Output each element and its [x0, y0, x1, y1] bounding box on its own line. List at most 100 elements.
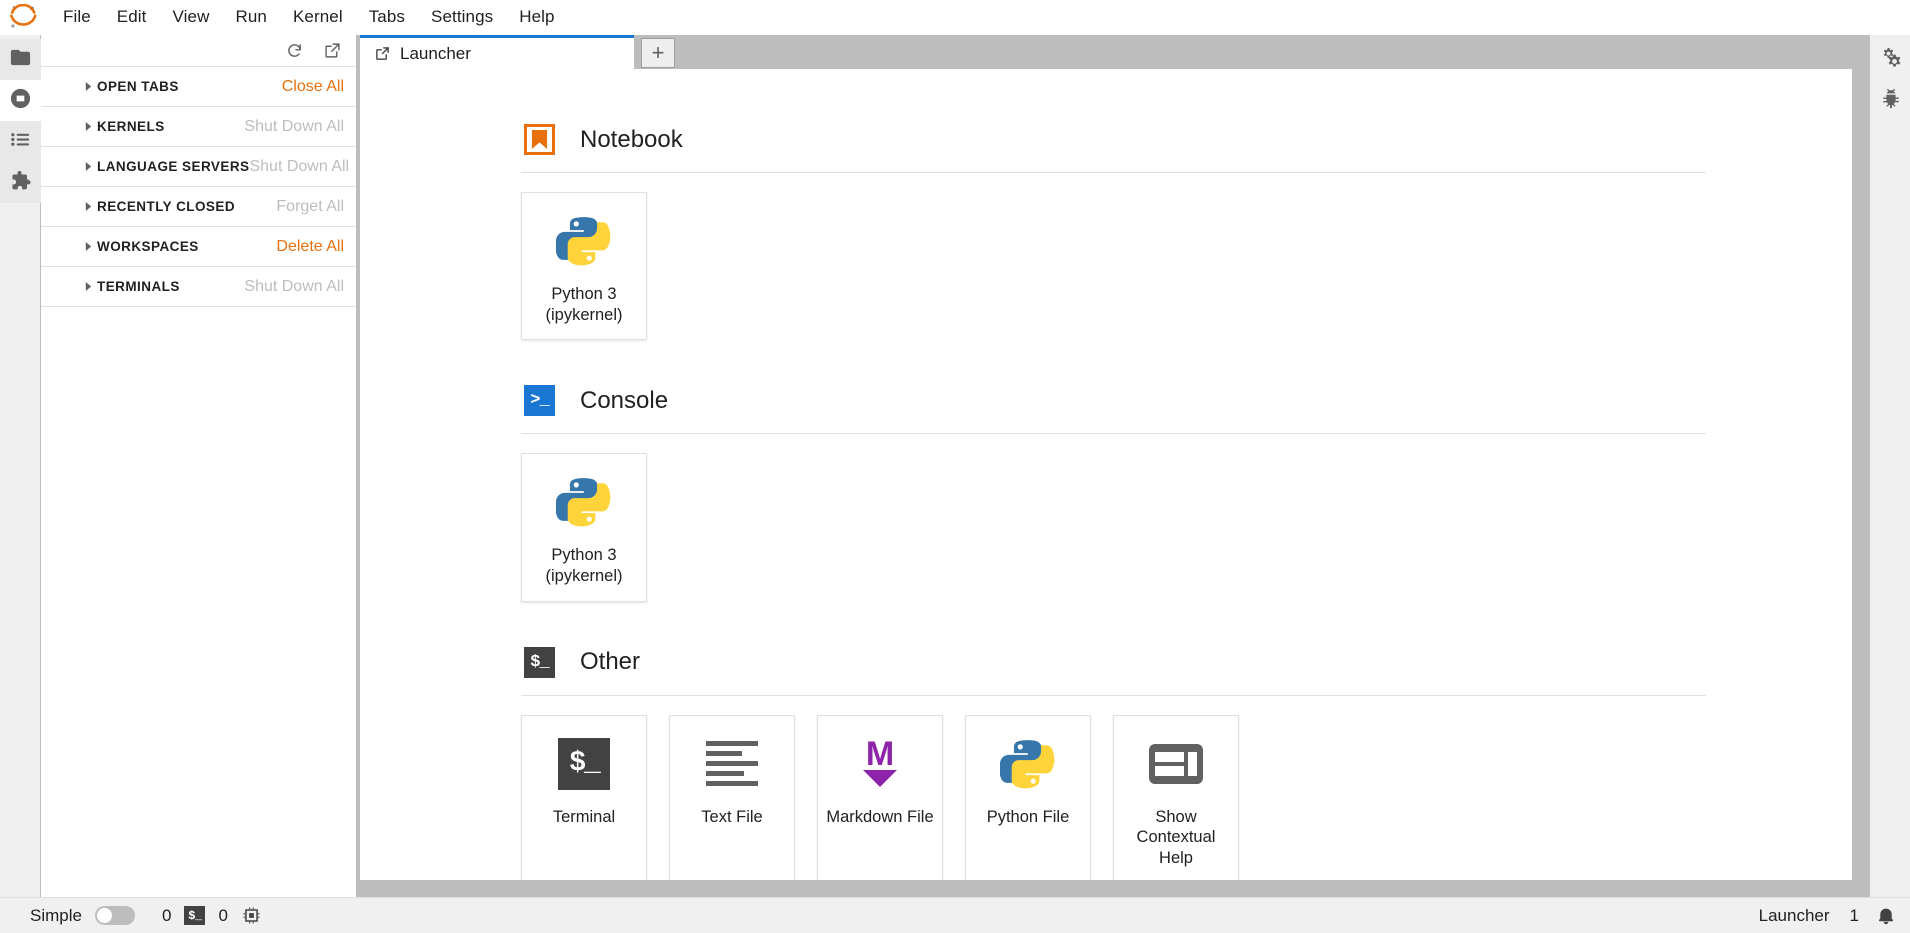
menu-help[interactable]: Help: [506, 4, 567, 30]
running-panel-sections: OPEN TABS Close All KERNELS Shut Down Al…: [41, 67, 356, 897]
card-label: Text File: [701, 807, 763, 826]
python-logo-icon: [556, 474, 612, 530]
menu-kernel[interactable]: Kernel: [280, 4, 356, 30]
card-label: Python File: [986, 807, 1070, 826]
bug-icon: [1880, 87, 1902, 114]
section-workspaces[interactable]: WORKSPACES Delete All: [41, 227, 356, 267]
active-tab-indicator[interactable]: Launcher: [1755, 904, 1834, 928]
launcher-card-console-python3[interactable]: Python 3 (ipykernel): [521, 453, 647, 602]
notification-count: 1: [1849, 905, 1859, 925]
section-title: LANGUAGE SERVERS: [97, 159, 250, 174]
terminal-count: 0: [218, 905, 228, 925]
menu-run[interactable]: Run: [222, 4, 280, 30]
stop-circle-icon: [9, 87, 32, 115]
tab-bar: Launcher +: [357, 35, 1869, 69]
active-tab-label: Launcher: [1758, 905, 1830, 925]
menu-bar: File Edit View Run Kernel Tabs Settings …: [0, 0, 1910, 35]
jupyterlab-window: File Edit View Run Kernel Tabs Settings …: [0, 0, 1910, 933]
section-action-close-all[interactable]: Close All: [282, 78, 344, 96]
section-recently-closed[interactable]: RECENTLY CLOSED Forget All: [41, 187, 356, 227]
launcher-section-console: >_ Console Python 3 (ipykernel): [521, 382, 1710, 602]
divider: [521, 172, 1706, 173]
sidebar-item-debugger[interactable]: [1870, 80, 1910, 121]
kernel-count: 0: [161, 905, 172, 925]
section-language-servers[interactable]: LANGUAGE SERVERS Shut Down All: [41, 147, 356, 187]
launcher-section-notebook: Notebook Python 3 (ipykernel): [521, 121, 1710, 341]
chip-icon[interactable]: [241, 905, 262, 926]
refresh-icon[interactable]: [282, 39, 306, 63]
launcher-card-markdown-file[interactable]: M Markdown File: [817, 714, 943, 880]
puzzle-icon: [9, 169, 32, 197]
chevron-right-icon: [83, 122, 93, 132]
section-kernels[interactable]: KERNELS Shut Down All: [41, 107, 356, 147]
divider: [521, 433, 1706, 435]
menu-edit[interactable]: Edit: [104, 4, 160, 30]
launcher-card-contextual-help[interactable]: Show Contextual Help: [1113, 714, 1239, 880]
terminal-icon: $_: [521, 644, 558, 681]
python-logo-icon: [556, 213, 612, 269]
bell-icon[interactable]: [1875, 905, 1896, 926]
simple-mode-label: Simple: [30, 905, 82, 925]
toggle-knob: [96, 908, 112, 923]
chevron-right-icon: [83, 162, 93, 172]
right-activity-bar: [1869, 35, 1910, 897]
main-body: OPEN TABS Close All KERNELS Shut Down Al…: [0, 35, 1910, 897]
markdown-icon: M: [863, 736, 897, 792]
launcher-panel: Notebook Python 3 (ipykernel) >_ Console…: [360, 69, 1852, 880]
card-label: Show Contextual Help: [1136, 807, 1216, 867]
menu-settings[interactable]: Settings: [418, 4, 506, 30]
running-panel-toolbar: [41, 35, 356, 67]
list-icon: [9, 128, 32, 156]
terminal-badge-icon[interactable]: $_: [184, 906, 206, 925]
external-link-icon[interactable]: [320, 39, 344, 63]
sidebar-item-extensions[interactable]: [0, 162, 41, 203]
card-label: Python 3 (ipykernel): [545, 285, 623, 324]
section-title: KERNELS: [97, 119, 165, 134]
launcher-card-notebook-python3[interactable]: Python 3 (ipykernel): [521, 192, 647, 341]
text-file-icon: [706, 736, 758, 792]
chevron-right-icon: [83, 82, 93, 92]
folder-icon: [9, 46, 32, 74]
document-area: Notebook Python 3 (ipykernel) >_ Console…: [357, 69, 1869, 897]
section-action-delete-all[interactable]: Delete All: [276, 238, 344, 256]
menu-view[interactable]: View: [160, 4, 223, 30]
tab-launcher[interactable]: Launcher: [360, 35, 634, 69]
sidebar-item-property-inspector[interactable]: [1870, 39, 1910, 80]
inspector-icon: [1148, 736, 1204, 792]
section-title: RECENTLY CLOSED: [97, 199, 236, 214]
simple-mode-toggle[interactable]: [94, 906, 135, 925]
notebook-icon: [521, 121, 558, 158]
section-heading: Other: [580, 648, 641, 675]
new-tab-button[interactable]: +: [641, 38, 675, 68]
launcher-card-terminal[interactable]: $_ Terminal: [521, 714, 647, 880]
chevron-right-icon: [83, 242, 93, 252]
divider: [521, 694, 1706, 696]
section-terminals[interactable]: TERMINALS Shut Down All: [41, 267, 356, 307]
left-activity-bar: [0, 35, 41, 897]
running-panel: OPEN TABS Close All KERNELS Shut Down Al…: [41, 35, 357, 897]
launcher-card-python-file[interactable]: Python File: [965, 714, 1091, 880]
section-title: OPEN TABS: [97, 79, 179, 94]
section-open-tabs[interactable]: OPEN TABS Close All: [41, 67, 356, 107]
menu-file[interactable]: File: [50, 4, 104, 30]
section-title: WORKSPACES: [97, 239, 199, 254]
chevron-right-icon: [83, 282, 93, 292]
python-logo-icon: [1000, 736, 1056, 792]
launcher-card-text-file[interactable]: Text File: [669, 714, 795, 880]
section-title: TERMINALS: [97, 279, 180, 294]
terminal-icon: $_: [558, 736, 610, 792]
card-label: Markdown File: [826, 807, 934, 826]
section-action-shut-down-all: Shut Down All: [249, 157, 350, 175]
menu-tabs[interactable]: Tabs: [356, 4, 418, 30]
console-icon: >_: [521, 382, 558, 419]
section-action-forget-all: Forget All: [276, 197, 344, 215]
section-heading: Notebook: [580, 125, 683, 153]
section-heading: Console: [580, 386, 669, 414]
sidebar-item-file-browser[interactable]: [0, 39, 41, 80]
launcher-section-other: $_ Other $_ Terminal Text File M Markdow…: [521, 644, 1710, 880]
sidebar-item-command-palette[interactable]: [0, 121, 41, 162]
section-action-shut-down-all: Shut Down All: [244, 277, 344, 295]
chevron-right-icon: [83, 202, 93, 212]
card-label: Python 3 (ipykernel): [545, 546, 623, 585]
sidebar-item-running[interactable]: [0, 80, 41, 121]
